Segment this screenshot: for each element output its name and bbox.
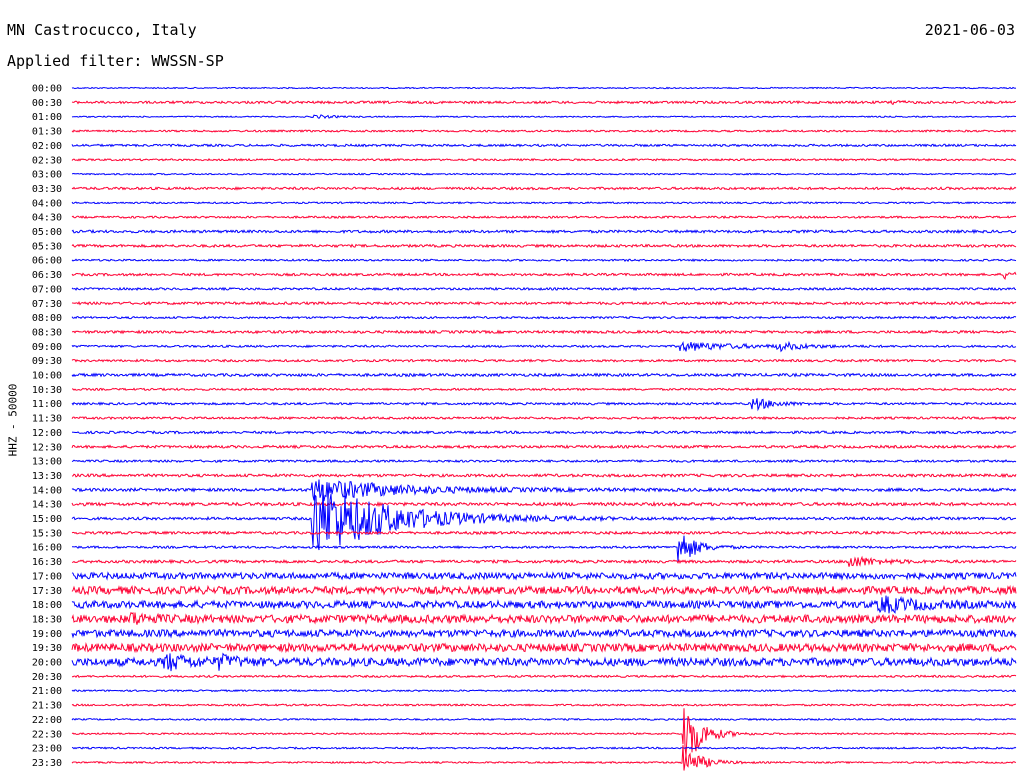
time-label-0700: 07:00 [32, 284, 62, 295]
trace-1530 [71, 530, 1017, 536]
trace-1230 [71, 444, 1017, 450]
trace-1600 [72, 535, 1017, 562]
time-label-1030: 10:30 [32, 385, 62, 396]
trace-0400 [71, 201, 1017, 205]
time-label-0800: 08:00 [32, 313, 62, 324]
time-label-1830: 18:30 [32, 614, 62, 625]
time-label-1230: 12:30 [32, 442, 62, 453]
time-label-0030: 00:30 [32, 98, 62, 109]
trace-0200 [71, 143, 1017, 148]
time-label-1800: 18:00 [32, 600, 62, 611]
trace-0300 [71, 172, 1017, 176]
time-label-1430: 14:30 [32, 500, 62, 511]
time-label-0600: 06:00 [32, 256, 62, 267]
time-label-0300: 03:00 [32, 170, 62, 181]
time-label-0630: 06:30 [32, 270, 62, 281]
trace-1500 [71, 484, 1017, 551]
trace-1700 [71, 570, 1017, 581]
trace-0830 [71, 329, 1017, 335]
trace-1400 [71, 479, 1017, 502]
time-label-0000: 00:00 [32, 84, 62, 95]
trace-0330 [71, 186, 1017, 191]
time-label-1300: 13:00 [32, 457, 62, 468]
trace-1930 [71, 641, 1017, 654]
trace-1830 [71, 611, 1017, 625]
time-label-1200: 12:00 [32, 428, 62, 439]
trace-1300 [71, 459, 1017, 464]
trace-0500 [71, 228, 1017, 235]
time-label-0100: 01:00 [32, 112, 62, 123]
time-label-1530: 15:30 [32, 528, 62, 539]
trace-1200 [71, 430, 1017, 435]
trace-1000 [71, 372, 1017, 378]
time-label-2100: 21:00 [32, 686, 62, 697]
trace-0430 [71, 215, 1017, 220]
time-label-2030: 20:30 [32, 672, 62, 683]
seismic-traces [71, 86, 1017, 771]
time-label-2000: 20:00 [32, 658, 62, 669]
time-label-0830: 08:30 [32, 327, 62, 338]
trace-2030 [71, 674, 1017, 679]
time-label-1100: 11:00 [32, 399, 62, 410]
time-label-1600: 16:00 [32, 543, 62, 554]
trace-1100 [71, 398, 1017, 412]
trace-1630 [71, 555, 1017, 567]
time-label-2300: 23:00 [32, 744, 62, 755]
trace-2130 [71, 703, 1017, 707]
trace-0900 [71, 340, 1017, 353]
trace-2100 [71, 689, 1017, 693]
trace-2300 [71, 746, 1017, 750]
trace-2230 [71, 708, 1017, 757]
time-label-1000: 10:00 [32, 371, 62, 382]
time-label-0130: 01:30 [32, 127, 62, 138]
trace-2200 [71, 717, 1017, 722]
trace-0700 [71, 286, 1017, 292]
trace-0930 [71, 358, 1017, 363]
time-label-1500: 15:00 [32, 514, 62, 525]
time-label-1900: 19:00 [32, 629, 62, 640]
time-label-1930: 19:30 [32, 643, 62, 654]
time-label-0400: 04:00 [32, 198, 62, 209]
time-label-0500: 05:00 [32, 227, 62, 238]
trace-0600 [71, 258, 1017, 263]
time-label-1400: 14:00 [32, 485, 62, 496]
time-label-1700: 17:00 [32, 571, 62, 582]
time-label-0930: 09:30 [32, 356, 62, 367]
time-label-2230: 22:30 [32, 729, 62, 740]
trace-2000 [71, 652, 1017, 672]
trace-1130 [71, 415, 1017, 421]
trace-1330 [71, 472, 1017, 479]
time-label-0900: 09:00 [32, 342, 62, 353]
trace-0000 [71, 86, 1017, 90]
trace-0630 [71, 271, 1017, 281]
trace-1800 [71, 595, 1017, 614]
time-label-1130: 11:30 [32, 414, 62, 425]
trace-1900 [71, 628, 1017, 639]
trace-2330 [71, 745, 1017, 771]
trace-1030 [71, 387, 1017, 392]
time-labels: 00:00 00:30 01:00 01:30 02:00 02:30 03:00 03:30… [32, 84, 62, 769]
time-label-0730: 07:30 [32, 299, 62, 310]
trace-0800 [71, 315, 1017, 320]
time-label-1330: 13:30 [32, 471, 62, 482]
time-label-0200: 02:00 [32, 141, 62, 152]
time-label-0330: 03:30 [32, 184, 62, 195]
trace-0730 [71, 300, 1017, 306]
time-label-2200: 22:00 [32, 715, 62, 726]
trace-0030 [71, 99, 1016, 106]
time-label-1630: 16:30 [32, 557, 62, 568]
trace-0230 [71, 157, 1017, 162]
time-label-2130: 21:30 [32, 701, 62, 712]
time-label-0430: 04:30 [32, 213, 62, 224]
time-label-1730: 17:30 [32, 586, 62, 597]
time-label-2330: 23:30 [32, 758, 62, 769]
trace-0530 [71, 243, 1017, 249]
seismogram-plot: 00:00 00:30 01:00 01:30 02:00 02:30 03:00 03:30… [32, 84, 1017, 771]
trace-0130 [71, 129, 1017, 133]
time-label-0230: 02:30 [32, 155, 62, 166]
time-label-0530: 05:30 [32, 241, 62, 252]
trace-1430 [71, 500, 1017, 508]
trace-1730 [71, 584, 1017, 596]
trace-0100 [71, 114, 1017, 120]
